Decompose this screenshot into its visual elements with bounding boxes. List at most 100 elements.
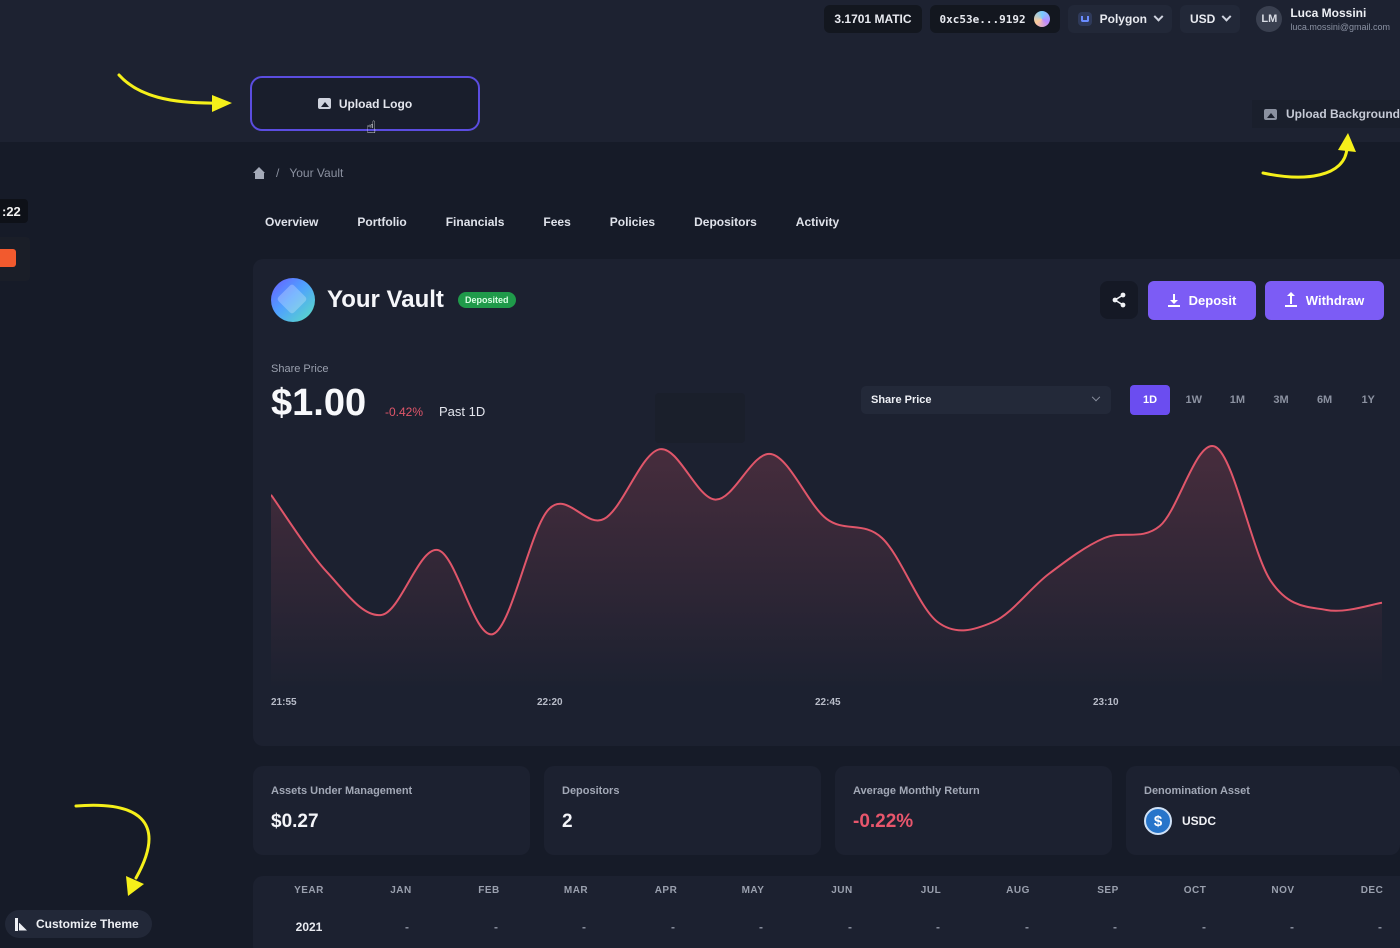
tab-fees[interactable]: Fees bbox=[543, 215, 570, 229]
network-label: Polygon bbox=[1099, 12, 1147, 26]
share-price-change: -0.42% bbox=[385, 405, 424, 419]
stat-value: -0.22% bbox=[853, 811, 914, 832]
range-1w[interactable]: 1W bbox=[1172, 385, 1216, 415]
wallet-avatar-icon bbox=[1033, 11, 1050, 27]
table-cell: - bbox=[405, 920, 409, 934]
user-email: luca.mossini@gmail.com bbox=[1290, 22, 1390, 32]
x-tick-label: 21:55 bbox=[271, 697, 297, 708]
x-tick-label: 22:20 bbox=[537, 697, 563, 708]
range-3m[interactable]: 3M bbox=[1259, 385, 1303, 415]
table-cell: - bbox=[1113, 920, 1117, 934]
table-cell: - bbox=[582, 920, 586, 934]
stat-card-denomination: Denomination Asset $ USDC bbox=[1126, 766, 1400, 855]
table-header: FEB bbox=[478, 885, 500, 896]
stat-label: Assets Under Management bbox=[271, 785, 413, 797]
share-price-chart[interactable] bbox=[271, 434, 1386, 689]
stat-card-depositors: Depositors 2 bbox=[544, 766, 821, 855]
avatar: LM bbox=[1256, 6, 1283, 32]
table-cell: - bbox=[848, 920, 852, 934]
stat-value: 2 bbox=[562, 811, 573, 832]
network-selector[interactable]: Polygon bbox=[1067, 5, 1172, 33]
share-price-label: Share Price bbox=[271, 363, 329, 375]
vault-card: Your Vault Deposited Deposit Withdraw Sh… bbox=[253, 259, 1400, 746]
page-title: Your Vault bbox=[327, 286, 444, 313]
table-header: JAN bbox=[390, 885, 412, 896]
tab-financials[interactable]: Financials bbox=[446, 215, 505, 229]
x-tick-label: 23:10 bbox=[1093, 697, 1119, 708]
home-icon[interactable] bbox=[253, 167, 266, 179]
share-price-value: $1.00 bbox=[271, 382, 367, 424]
table-cell: - bbox=[1378, 920, 1382, 934]
stat-label: Depositors bbox=[562, 785, 620, 797]
withdraw-button[interactable]: Withdraw bbox=[1265, 281, 1384, 320]
upload-icon bbox=[1284, 292, 1297, 307]
wallet-address-button[interactable]: 0xc53e...9192 bbox=[929, 5, 1060, 33]
upload-logo-button[interactable]: Upload Logo bbox=[250, 76, 480, 131]
share-icon bbox=[1112, 292, 1126, 308]
deposit-label: Deposit bbox=[1188, 293, 1237, 308]
user-name: Luca Mossini bbox=[1290, 6, 1367, 20]
tab-policies[interactable]: Policies bbox=[610, 215, 655, 229]
table-header: JUN bbox=[831, 885, 853, 896]
annotation-arrow-icon bbox=[74, 803, 151, 896]
table-cell: - bbox=[759, 920, 763, 934]
vault-logo bbox=[271, 278, 315, 322]
user-menu[interactable]: LM Luca Mossini luca.mossini@gmail.com bbox=[1248, 6, 1390, 32]
chevron-down-icon bbox=[1221, 11, 1232, 22]
table-header: MAY bbox=[741, 885, 765, 896]
currency-label: USD bbox=[1189, 12, 1216, 26]
currency-selector[interactable]: USD bbox=[1179, 5, 1241, 33]
stat-card-aum: Assets Under Management $0.27 bbox=[253, 766, 530, 855]
breadcrumb-current: Your Vault bbox=[289, 166, 344, 180]
usdc-icon: $ bbox=[1144, 807, 1172, 835]
table-header: JUL bbox=[920, 885, 942, 896]
table-cell: - bbox=[494, 920, 498, 934]
image-icon bbox=[317, 98, 331, 109]
tab-portfolio[interactable]: Portfolio bbox=[357, 215, 406, 229]
tab-bar: Overview Portfolio Financials Fees Polic… bbox=[265, 215, 839, 229]
range-1m[interactable]: 1M bbox=[1216, 385, 1260, 415]
range-6m[interactable]: 6M bbox=[1303, 385, 1347, 415]
stat-label: Average Monthly Return bbox=[853, 785, 980, 797]
breadcrumb-separator: / bbox=[276, 166, 280, 180]
withdraw-label: Withdraw bbox=[1305, 293, 1365, 308]
range-selector: 1D 1W 1M 3M 6M 1Y bbox=[1130, 385, 1390, 415]
table-header: SEP bbox=[1097, 885, 1119, 896]
table-header: MAR bbox=[563, 885, 589, 896]
table-header: YEAR bbox=[294, 885, 324, 896]
tab-depositors[interactable]: Depositors bbox=[694, 215, 757, 229]
upload-background-button[interactable]: Upload Background bbox=[1252, 100, 1400, 128]
chevron-down-icon bbox=[1091, 392, 1101, 402]
table-cell: - bbox=[936, 920, 940, 934]
record-button[interactable] bbox=[0, 237, 30, 281]
share-price-period: Past 1D bbox=[439, 404, 486, 419]
record-icon bbox=[0, 249, 16, 267]
x-tick-label: 22:45 bbox=[815, 697, 841, 708]
metric-dropdown[interactable]: Share Price bbox=[861, 386, 1111, 414]
polygon-icon bbox=[1077, 12, 1092, 26]
balance-display: 3.1701 MATIC bbox=[824, 5, 922, 33]
table-header: AUG bbox=[1006, 885, 1030, 896]
metric-selected: Share Price bbox=[871, 394, 932, 406]
table-header: NOV bbox=[1271, 885, 1295, 896]
table-cell: - bbox=[1202, 920, 1206, 934]
table-header: DEC bbox=[1360, 885, 1384, 896]
range-1d[interactable]: 1D bbox=[1130, 385, 1170, 415]
range-1y[interactable]: 1Y bbox=[1346, 385, 1390, 415]
timer-display: :22 bbox=[0, 199, 28, 223]
status-badge: Deposited bbox=[458, 292, 516, 308]
hand-cursor-icon: ☝ bbox=[366, 118, 377, 137]
table-header: APR bbox=[654, 885, 678, 896]
upload-logo-label: Upload Logo bbox=[338, 96, 413, 111]
monthly-returns-table: YEAR JAN FEB MAR APR MAY JUN JUL AUG SEP… bbox=[253, 876, 1400, 948]
download-icon bbox=[1167, 294, 1180, 307]
tab-activity[interactable]: Activity bbox=[796, 215, 839, 229]
table-cell: - bbox=[1290, 920, 1294, 934]
share-button[interactable] bbox=[1100, 281, 1138, 319]
tab-overview[interactable]: Overview bbox=[265, 215, 318, 229]
brand-icon bbox=[15, 917, 27, 931]
customize-theme-button[interactable]: Customize Theme bbox=[5, 910, 152, 938]
deposit-button[interactable]: Deposit bbox=[1148, 281, 1256, 320]
table-header: OCT bbox=[1183, 885, 1207, 896]
table-cell-year: 2021 bbox=[295, 920, 323, 934]
